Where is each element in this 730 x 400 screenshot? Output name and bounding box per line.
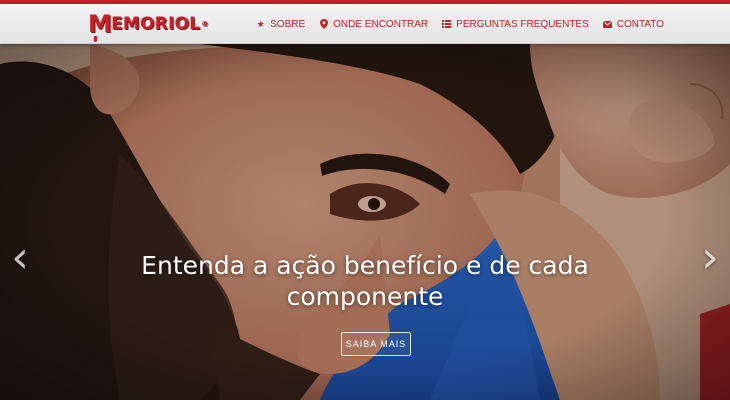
- logo-wordmark: EMORIOL: [111, 14, 201, 34]
- chevron-left-icon: ‹: [11, 232, 29, 283]
- nav-item-label: SOBRE: [270, 18, 306, 30]
- carousel-prev-button[interactable]: ‹: [8, 232, 32, 284]
- nav-item-sobre[interactable]: ★ SOBRE: [256, 18, 306, 30]
- envelope-icon: [602, 20, 612, 28]
- list-icon: [442, 20, 452, 28]
- saiba-mais-button[interactable]: SAIBA MAIS: [341, 332, 411, 356]
- nav-item-perguntas-frequentes[interactable]: PERGUNTAS FREQUENTES: [442, 19, 589, 30]
- nav-item-contato[interactable]: CONTATO: [602, 18, 664, 30]
- hero-caption: Entenda a ação benefício e de cada compo…: [141, 251, 589, 311]
- nav-item-label: ONDE ENCONTRAR: [333, 18, 429, 30]
- main-nav: ★ SOBRE ONDE ENCONTRAR PERGUNTAS FREQUEN…: [256, 4, 664, 44]
- logo-letter-m: M: [88, 10, 113, 42]
- nav-item-onde-encontrar[interactable]: ONDE ENCONTRAR: [319, 19, 428, 30]
- navbar: M EMORIOL ® ★ SOBRE ONDE ENCONTRAR PERGUNT…: [0, 4, 730, 44]
- nav-item-label: PERGUNTAS FREQUENTES: [456, 18, 589, 30]
- brand-logo[interactable]: M EMORIOL ®: [88, 8, 209, 42]
- chevron-right-icon: ›: [701, 232, 719, 283]
- map-marker-icon: [319, 19, 328, 29]
- registered-mark: ®: [201, 20, 209, 28]
- nav-item-label: CONTATO: [616, 18, 664, 30]
- star-icon: ★: [256, 18, 265, 29]
- carousel-next-button[interactable]: ›: [698, 232, 722, 284]
